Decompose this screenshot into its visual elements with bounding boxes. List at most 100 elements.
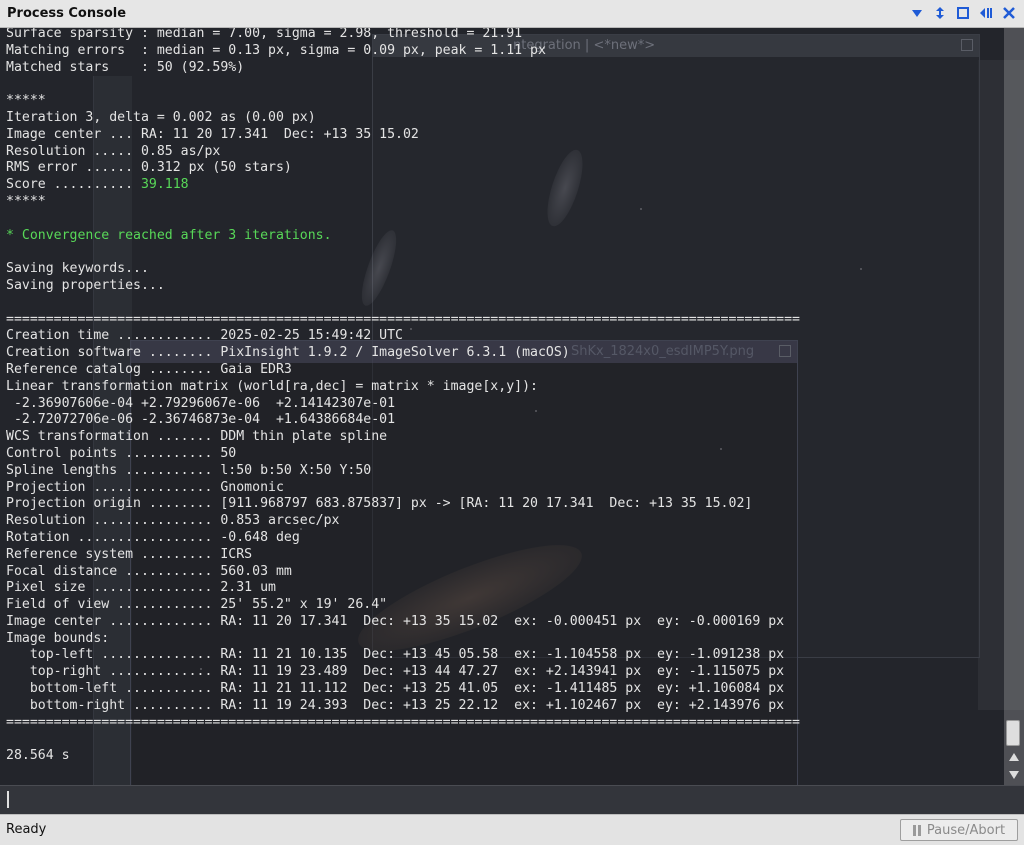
- command-line[interactable]: [0, 785, 1024, 814]
- resize-icon[interactable]: [933, 6, 947, 20]
- log-line: Linear transformation matrix (world[ra,d…: [6, 379, 996, 396]
- log-line: 28.564 s: [6, 748, 996, 765]
- log-line: Resolution ............... 0.853 arcsec/…: [6, 513, 996, 530]
- log-line: WCS transformation ....... DDM thin plat…: [6, 429, 996, 446]
- window-title: Process Console: [7, 6, 127, 21]
- log-line: Reference catalog ........ Gaia EDR3: [6, 362, 996, 379]
- log-line-text: RMS error ...... 0.312 px (50 stars): [6, 160, 292, 176]
- log-line-text: Saving properties...: [6, 277, 165, 293]
- log-line: Saving keywords...: [6, 261, 996, 278]
- log-line: Saving properties...: [6, 278, 996, 295]
- console-output[interactable]: ntegration | <*new*> ShKx_1824x0_esdIMP5…: [0, 28, 1024, 785]
- collapse-icon[interactable]: [910, 6, 924, 20]
- scroll-up-arrow-icon[interactable]: [1009, 753, 1019, 761]
- log-line: -2.72072706e-06 -2.36746873e-04 +1.64386…: [6, 412, 996, 429]
- log-line: *****: [6, 194, 996, 211]
- log-line-text: bottom-right .......... RA: 11 19 24.393…: [6, 697, 785, 713]
- log-line-text: Reference catalog ........ Gaia EDR3: [6, 361, 292, 377]
- log-line-text: bottom-left ........... RA: 11 21 11.112…: [6, 681, 785, 697]
- log-line: bottom-left ........... RA: 11 21 11.112…: [6, 681, 996, 698]
- log-line-text: * Convergence reached after 3 iterations…: [6, 227, 332, 243]
- log-line: Pixel size ............... 2.31 um: [6, 580, 996, 597]
- log-line-text: Creation time ............ 2025-02-25 15…: [6, 328, 403, 344]
- log-line-text: top-right ............. RA: 11 19 23.489…: [6, 664, 785, 680]
- log-line-text: Field of view ............ 25' 55.2" x 1…: [6, 597, 388, 613]
- log-line-text: Projection origin ........ [911.968797 6…: [6, 496, 753, 512]
- log-line-text: Score ..........: [6, 177, 141, 193]
- log-line-text: Saving keywords...: [6, 261, 149, 277]
- log-line-text: Image center ............. RA: 11 20 17.…: [6, 613, 785, 629]
- scroll-down-arrow-icon[interactable]: [1009, 771, 1019, 779]
- log-line-text: Control points ........... 50: [6, 445, 237, 461]
- log-line: Iteration 3, delta = 0.002 as (0.00 px): [6, 110, 996, 127]
- log-line: Projection ............... Gnomonic: [6, 480, 996, 497]
- log-text: Surface sparsity : median = 7.00, sigma …: [6, 28, 996, 765]
- log-line: Matching errors : median = 0.13 px, sigm…: [6, 43, 996, 60]
- log-line: top-left .............. RA: 11 21 10.135…: [6, 647, 996, 664]
- log-line-text: *****: [6, 193, 46, 209]
- log-line: RMS error ...... 0.312 px (50 stars): [6, 160, 996, 177]
- log-line: *****: [6, 93, 996, 110]
- log-line-text: -2.36907606e-04 +2.79296067e-06 +2.14142…: [6, 395, 396, 411]
- log-line: -2.36907606e-04 +2.79296067e-06 +2.14142…: [6, 396, 996, 413]
- log-line-text: -2.72072706e-06 -2.36746873e-04 +1.64386…: [6, 412, 396, 428]
- log-line: Matched stars : 50 (92.59%): [6, 60, 996, 77]
- log-line-text: Matched stars : 50 (92.59%): [6, 59, 245, 75]
- log-line-text: ========================================…: [6, 714, 800, 730]
- log-line-text: ========================================…: [6, 311, 800, 327]
- log-line: Surface sparsity : median = 7.00, sigma …: [6, 28, 996, 43]
- log-line: Image center ... RA: 11 20 17.341 Dec: +…: [6, 127, 996, 144]
- log-line-text: Focal distance ........... 560.03 mm: [6, 563, 292, 579]
- maximize-icon[interactable]: [956, 6, 970, 20]
- log-line-text: Matching errors : median = 0.13 px, sigm…: [6, 42, 546, 58]
- log-line: Control points ........... 50: [6, 446, 996, 463]
- log-line-text: Surface sparsity : median = 7.00, sigma …: [6, 28, 523, 41]
- text-cursor: [7, 791, 9, 808]
- log-line-text: Spline lengths ........... l:50 b:50 X:5…: [6, 462, 372, 478]
- log-line-text: Resolution ..... 0.85 as/px: [6, 143, 221, 159]
- pause-abort-label: Pause/Abort: [926, 822, 1006, 838]
- log-line-text: WCS transformation ....... DDM thin plat…: [6, 429, 388, 445]
- scroll-thumb[interactable]: [1006, 720, 1020, 746]
- log-line-text: top-left .............. RA: 11 21 10.135…: [6, 647, 785, 663]
- log-line: Spline lengths ........... l:50 b:50 X:5…: [6, 463, 996, 480]
- status-bar: Ready Pause/Abort: [0, 814, 1024, 845]
- command-input[interactable]: [12, 789, 1006, 813]
- log-line-text: Image center ... RA: 11 20 17.341 Dec: +…: [6, 126, 419, 142]
- log-line-text: Reference system ......... ICRS: [6, 546, 253, 562]
- log-line: ========================================…: [6, 312, 996, 329]
- dock-icon[interactable]: [979, 6, 993, 20]
- title-bar: Process Console: [0, 0, 1024, 28]
- log-line: Field of view ............ 25' 55.2" x 1…: [6, 597, 996, 614]
- log-line: Projection origin ........ [911.968797 6…: [6, 496, 996, 513]
- window-controls: [910, 6, 1016, 20]
- log-line: * Convergence reached after 3 iterations…: [6, 228, 996, 245]
- log-line-text: Image bounds:: [6, 630, 110, 646]
- pause-abort-button[interactable]: Pause/Abort: [900, 819, 1018, 841]
- log-line: Creation time ............ 2025-02-25 15…: [6, 328, 996, 345]
- score-value: 39.118: [140, 177, 189, 193]
- log-line: Focal distance ........... 560.03 mm: [6, 564, 996, 581]
- close-icon[interactable]: [1002, 6, 1016, 20]
- log-line: Image bounds:: [6, 631, 996, 648]
- log-line-text: Pixel size ............... 2.31 um: [6, 580, 276, 596]
- log-line-text: Projection ............... Gnomonic: [6, 479, 284, 495]
- log-line: Reference system ......... ICRS: [6, 547, 996, 564]
- log-line: Image center ............. RA: 11 20 17.…: [6, 614, 996, 631]
- log-line: Resolution ..... 0.85 as/px: [6, 144, 996, 161]
- log-line-text: 28.564 s: [6, 748, 70, 764]
- log-line: ========================================…: [6, 715, 996, 732]
- log-line: Creation software ........ PixInsight 1.…: [6, 345, 996, 362]
- log-line: top-right ............. RA: 11 19 23.489…: [6, 664, 996, 681]
- log-line: Rotation ................. -0.648 deg: [6, 530, 996, 547]
- log-line: Score .......... 39.118: [6, 177, 996, 194]
- vertical-scrollbar[interactable]: [1004, 28, 1024, 785]
- log-line-text: Linear transformation matrix (world[ra,d…: [6, 378, 538, 394]
- log-line-text: Resolution ............... 0.853 arcsec/…: [6, 513, 340, 529]
- log-line-text: *****: [6, 93, 46, 109]
